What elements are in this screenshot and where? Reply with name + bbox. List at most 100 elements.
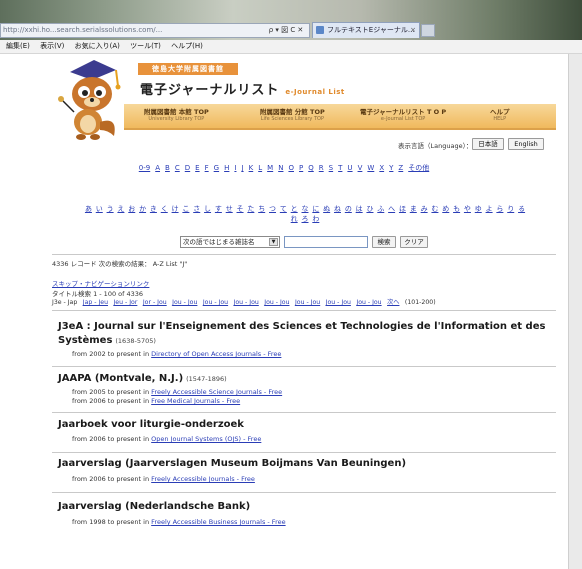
kana-link[interactable]: ら (496, 205, 503, 213)
close-tab-icon[interactable]: × (410, 23, 416, 38)
kana-link[interactable]: は (356, 205, 363, 213)
page-link[interactable]: Jor - Jou (143, 299, 167, 306)
alpha-link[interactable]: P (299, 164, 303, 172)
kana-link[interactable]: の (345, 205, 352, 213)
kana-link[interactable]: い (96, 205, 103, 213)
search-button[interactable]: 検索 (372, 236, 396, 248)
kana-link[interactable]: く (161, 205, 168, 213)
page-link[interactable]: Jou - Jou (172, 299, 197, 306)
kana-link[interactable]: し (204, 205, 211, 213)
kana-link[interactable]: る (518, 205, 525, 213)
page-link[interactable]: Jou - Jou (356, 299, 381, 306)
alpha-link[interactable]: W (367, 164, 374, 172)
alpha-link[interactable]: J (242, 164, 244, 172)
kana-link[interactable]: へ (388, 205, 395, 213)
menu-view[interactable]: 表示(V) (40, 42, 64, 50)
kana-link[interactable]: め (442, 205, 449, 213)
result-title-line2[interactable]: Systèmes (58, 335, 112, 346)
alpha-link[interactable]: Z (398, 164, 403, 172)
kana-link[interactable]: わ (312, 215, 319, 223)
kana-link[interactable]: ふ (377, 205, 384, 213)
kana-link[interactable]: ろ (302, 215, 309, 223)
alpha-link[interactable]: X (379, 164, 384, 172)
kana-link[interactable]: ゆ (475, 205, 482, 213)
alpha-link[interactable]: 0-9 (139, 164, 150, 172)
vertical-scrollbar[interactable] (568, 54, 582, 569)
alpha-link[interactable]: C (175, 164, 180, 172)
coverage-source-link[interactable]: Freely Accessible Business Journals - Fr… (151, 518, 285, 526)
kana-link[interactable]: む (431, 205, 438, 213)
alpha-link[interactable]: B (165, 164, 170, 172)
coverage-source-link[interactable]: Open Journal Systems (OJS) - Free (151, 435, 261, 443)
coverage-source-link[interactable]: Directory of Open Access Journals - Free (151, 350, 281, 358)
menu-favorites[interactable]: お気に入り(A) (75, 42, 120, 50)
page-link[interactable]: Jap - Jeu (83, 299, 108, 306)
kana-link[interactable]: と (291, 205, 298, 213)
kana-link[interactable]: り (507, 205, 514, 213)
page-link[interactable]: Jou - Jou (326, 299, 351, 306)
address-bar-controls[interactable]: ρ ▾ 図 C ✕ (262, 23, 310, 38)
result-title[interactable]: J3eA : Journal sur l'Enseignement des Sc… (58, 320, 545, 334)
kana-link[interactable]: ま (410, 205, 417, 213)
alpha-link[interactable]: T (338, 164, 342, 172)
nav-ejournal-top[interactable]: 電子ジャーナルリスト T O P e-Journal List TOP (360, 106, 446, 122)
alpha-link[interactable]: Y (389, 164, 393, 172)
alpha-link[interactable]: R (319, 164, 324, 172)
english-button[interactable]: English (508, 138, 544, 150)
kana-link[interactable]: き (150, 205, 157, 213)
result-title[interactable]: Jaarverslag (Jaarverslagen Museum Boijma… (58, 457, 406, 471)
menu-help[interactable]: ヘルプ(H) (171, 42, 203, 50)
menu-edit[interactable]: 編集(E) (6, 42, 30, 50)
kana-link[interactable]: ち (258, 205, 265, 213)
kana-link[interactable]: お (128, 205, 135, 213)
alpha-link[interactable]: A (155, 164, 160, 172)
alpha-link[interactable]: L (258, 164, 262, 172)
kana-link[interactable]: ぬ (323, 205, 330, 213)
alpha-link[interactable]: D (185, 164, 190, 172)
page-link[interactable]: Jou - Jou (203, 299, 228, 306)
next-page-link[interactable]: 次へ (387, 299, 399, 306)
alpha-link[interactable]: F (205, 164, 209, 172)
alpha-link[interactable]: K (249, 164, 254, 172)
alpha-link[interactable]: V (358, 164, 363, 172)
alpha-link[interactable]: S (329, 164, 333, 172)
coverage-source-link[interactable]: Free Medical Journals - Free (151, 397, 240, 405)
kana-link[interactable]: も (453, 205, 460, 213)
page-link[interactable]: Jou - Jou (264, 299, 289, 306)
kana-link[interactable]: ね (334, 205, 341, 213)
page-link[interactable]: Jou - Jou (234, 299, 259, 306)
kana-link[interactable]: あ (85, 205, 92, 213)
kana-link[interactable]: て (280, 205, 287, 213)
coverage-source-link[interactable]: Freely Accessible Science Journals - Fre… (151, 388, 282, 396)
menu-tools[interactable]: ツール(T) (130, 42, 161, 50)
kana-link[interactable]: こ (182, 205, 189, 213)
nav-main-library[interactable]: 附属図書館 本館 TOP University Library TOP (144, 106, 209, 122)
kana-link[interactable]: え (117, 205, 124, 213)
alpha-link[interactable]: Q (308, 164, 314, 172)
kana-link[interactable]: に (312, 205, 319, 213)
alpha-link[interactable]: H (224, 164, 229, 172)
kana-link[interactable]: た (247, 205, 254, 213)
kana-link[interactable]: さ (193, 205, 200, 213)
alpha-link[interactable]: O (288, 164, 294, 172)
kana-link[interactable]: せ (226, 205, 233, 213)
kana-link[interactable]: な (302, 205, 309, 213)
kana-link[interactable]: や (464, 205, 471, 213)
kana-link[interactable]: す (215, 205, 222, 213)
kana-link[interactable]: つ (269, 205, 276, 213)
japanese-button[interactable]: 日本語 (472, 138, 504, 150)
alpha-link[interactable]: I (234, 164, 236, 172)
result-title-text[interactable]: JAAPA (Montvale, N.J.) (58, 373, 183, 384)
kana-link[interactable]: れ (291, 215, 298, 223)
result-title[interactable]: Jaarverslag (Nederlandsche Bank) (58, 500, 250, 514)
page-link[interactable]: Jou - Jou (295, 299, 320, 306)
kana-link[interactable]: か (139, 205, 146, 213)
alpha-link[interactable]: M (267, 164, 273, 172)
kana-link[interactable]: け (172, 205, 179, 213)
search-mode-select[interactable]: 次の語ではじまる雑誌名 ▼ (180, 236, 280, 248)
alpha-link[interactable]: N (278, 164, 283, 172)
clear-button[interactable]: クリア (400, 236, 428, 248)
alpha-link[interactable]: U (347, 164, 352, 172)
result-title[interactable]: Jaarboek voor liturgie-onderzoek (58, 418, 244, 432)
alpha-link[interactable]: その他 (408, 164, 429, 172)
